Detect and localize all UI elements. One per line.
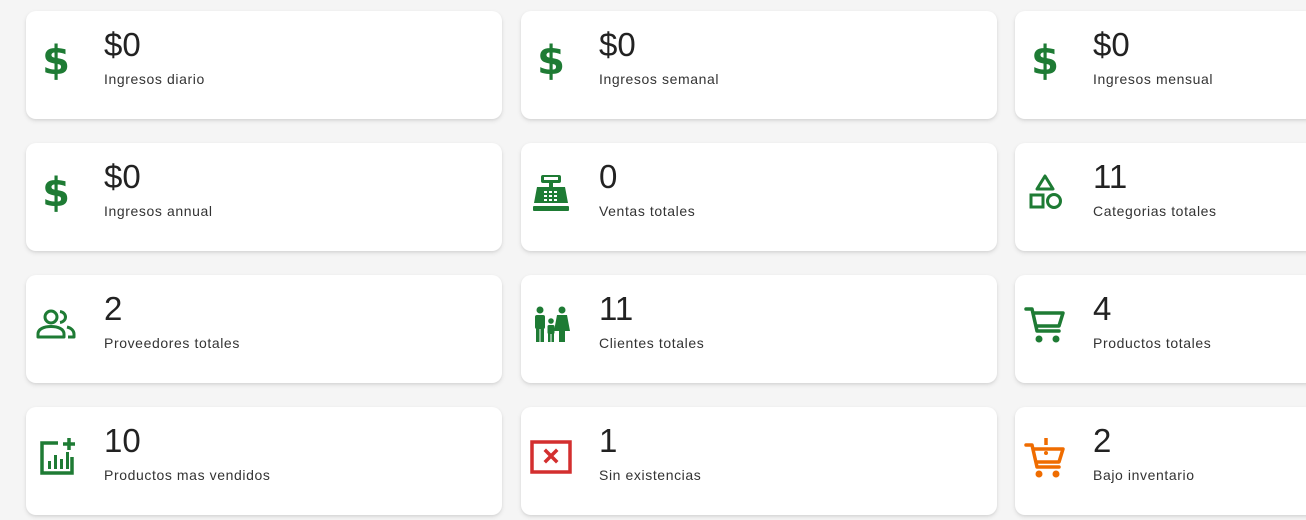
stat-label: Clientes totales bbox=[599, 335, 705, 351]
stat-card-sin-existencias[interactable]: 1 Sin existencias bbox=[521, 407, 997, 515]
stat-value: 11 bbox=[1093, 158, 1128, 195]
stat-card-productos-totales[interactable]: 4 Productos totales bbox=[1015, 275, 1306, 383]
stat-label: Categorias totales bbox=[1093, 203, 1217, 219]
stat-label: Ingresos mensual bbox=[1093, 71, 1214, 87]
stat-card-ingresos-semanal[interactable]: $ $0 Ingresos semanal bbox=[521, 11, 997, 119]
stat-value: $0 bbox=[599, 26, 636, 63]
stat-value: 10 bbox=[104, 422, 141, 459]
cash-register-icon bbox=[527, 169, 575, 217]
stat-card-proveedores-totales[interactable]: 2 Proveedores totales bbox=[26, 275, 502, 383]
stat-label: Sin existencias bbox=[599, 467, 702, 483]
dashboard-stats-grid: $ $0 Ingresos diario $ $0 Ingresos seman… bbox=[0, 0, 1306, 520]
stat-label: Ingresos diario bbox=[104, 71, 205, 87]
stat-value: $0 bbox=[1093, 26, 1130, 63]
stat-card-categorias-totales[interactable]: 11 Categorias totales bbox=[1015, 143, 1306, 251]
stat-card-ingresos-diario[interactable]: $ $0 Ingresos diario bbox=[26, 11, 502, 119]
stat-card-bajo-inventario[interactable]: 2 Bajo inventario bbox=[1015, 407, 1306, 515]
people-icon bbox=[32, 301, 80, 349]
cart-icon bbox=[1021, 301, 1069, 349]
stat-value: 2 bbox=[1093, 422, 1112, 459]
stat-value: 4 bbox=[1093, 290, 1112, 327]
stat-value: 1 bbox=[599, 422, 618, 459]
cart-alert-icon bbox=[1021, 433, 1069, 481]
dollar-icon: $ bbox=[42, 170, 70, 216]
stat-card-clientes-totales[interactable]: 11 Clientes totales bbox=[521, 275, 997, 383]
stat-value: $0 bbox=[104, 158, 141, 195]
stat-label: Proveedores totales bbox=[104, 335, 240, 351]
stat-value: $0 bbox=[104, 26, 141, 63]
dollar-icon: $ bbox=[537, 38, 565, 84]
stat-label: Productos mas vendidos bbox=[104, 467, 271, 483]
stat-label: Ventas totales bbox=[599, 203, 696, 219]
shapes-icon bbox=[1021, 169, 1069, 217]
dollar-icon: $ bbox=[42, 38, 70, 84]
dollar-icon: $ bbox=[1031, 38, 1059, 84]
stat-value: 11 bbox=[599, 290, 634, 327]
chart-add-icon bbox=[32, 433, 80, 481]
stat-label: Productos totales bbox=[1093, 335, 1212, 351]
stat-label: Bajo inventario bbox=[1093, 467, 1195, 483]
stat-label: Ingresos semanal bbox=[599, 71, 720, 87]
family-icon bbox=[527, 301, 575, 349]
stat-label: Ingresos annual bbox=[104, 203, 213, 219]
stat-value: 2 bbox=[104, 290, 123, 327]
stat-card-ingresos-mensual[interactable]: $ $0 Ingresos mensual bbox=[1015, 11, 1306, 119]
stat-card-productos-mas-vendidos[interactable]: 10 Productos mas vendidos bbox=[26, 407, 502, 515]
close-box-icon bbox=[527, 433, 575, 481]
stat-card-ventas-totales[interactable]: 0 Ventas totales bbox=[521, 143, 997, 251]
stat-card-ingresos-annual[interactable]: $ $0 Ingresos annual bbox=[26, 143, 502, 251]
stat-value: 0 bbox=[599, 158, 618, 195]
